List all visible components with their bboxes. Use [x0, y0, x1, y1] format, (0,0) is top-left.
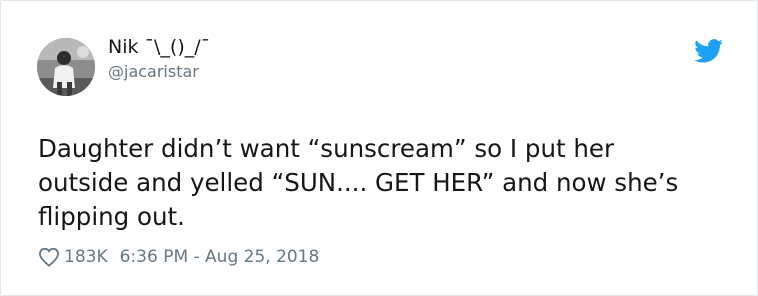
heart-icon[interactable]	[38, 247, 60, 267]
like-count[interactable]: 183K	[64, 247, 108, 267]
tweet-card: Nik ¯\_()_/¯ @jacaristar Daughter didn’t…	[0, 0, 758, 296]
tweet-text-line: flipping out.	[38, 202, 185, 231]
display-name[interactable]: Nik ¯\_()_/¯	[108, 36, 210, 58]
avatar[interactable]	[37, 38, 95, 96]
tweet-footer: 183K 6:36 PM - Aug 25, 2018	[38, 245, 319, 269]
tweet-timestamp[interactable]: 6:36 PM - Aug 25, 2018	[120, 247, 320, 267]
tweet-text-line: outside and yelled “SUN.... GET HER” and…	[38, 168, 679, 197]
user-handle[interactable]: @jacaristar	[108, 62, 199, 81]
twitter-bird-icon[interactable]	[694, 39, 724, 63]
tweet-text: Daughter didn’t want “sunscream” so I pu…	[38, 132, 728, 234]
tweet-text-line: Daughter didn’t want “sunscream” so I pu…	[38, 134, 615, 163]
